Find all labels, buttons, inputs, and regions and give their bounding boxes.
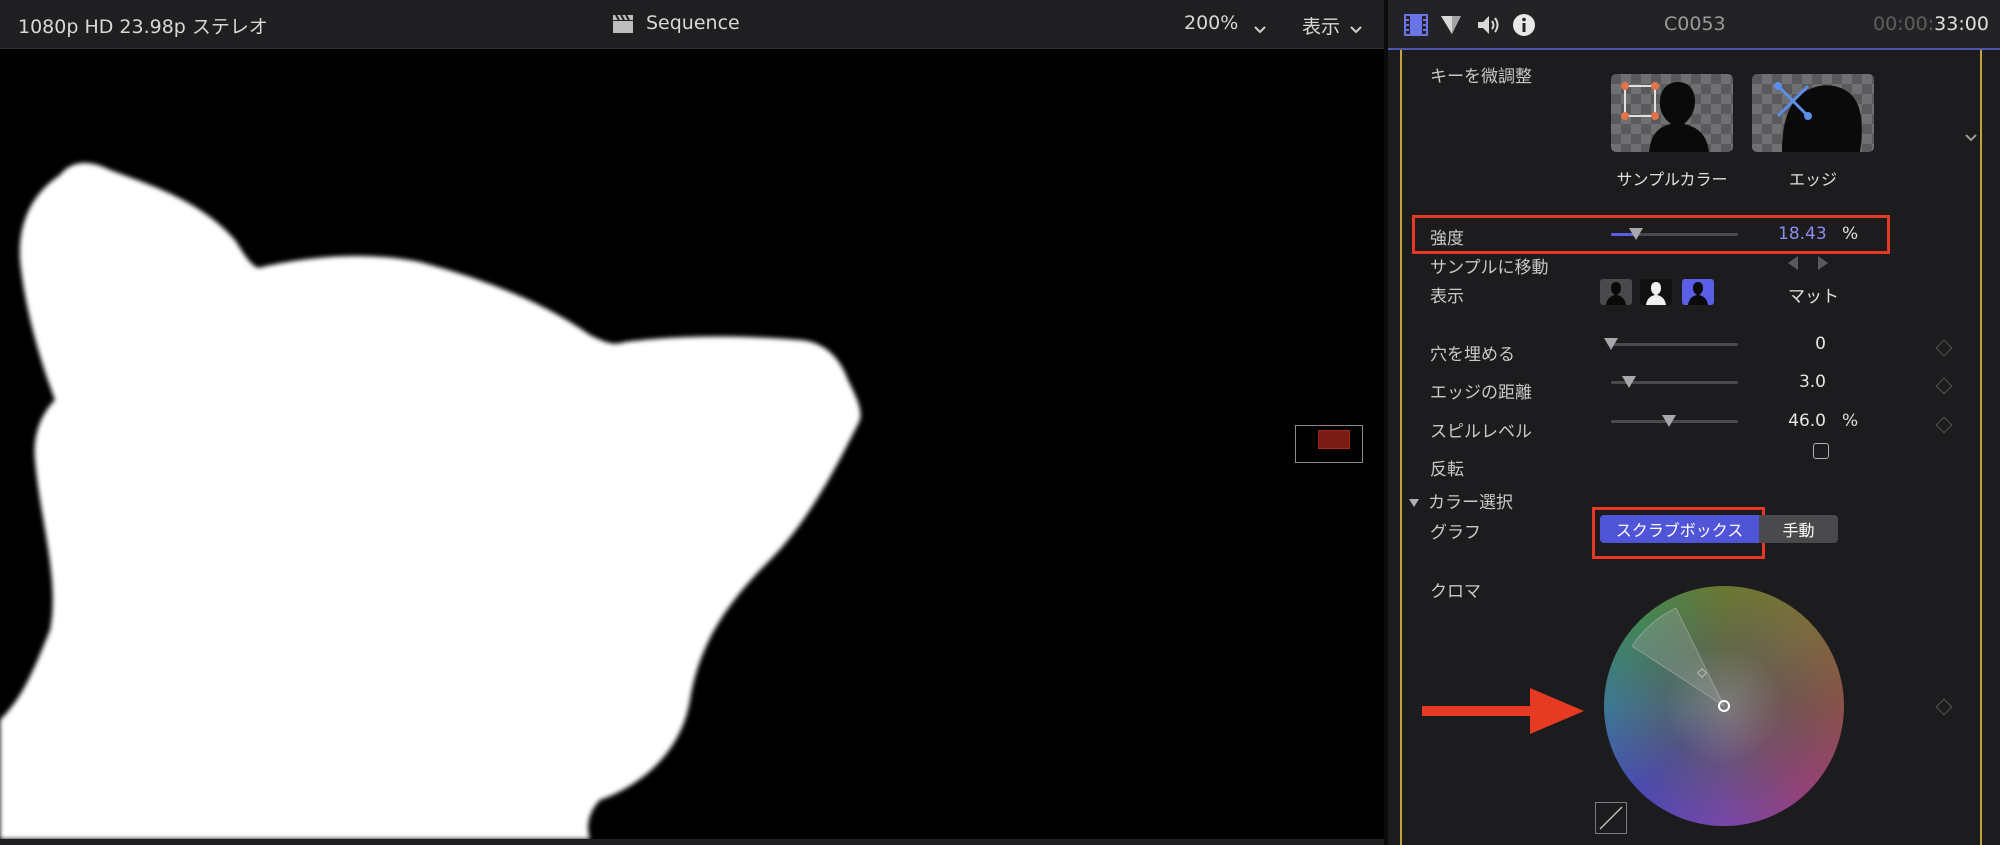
keyframe-icon[interactable] (1935, 377, 1953, 395)
inspector-panel: C0053 00:00:33:00 キーを微調整 サンプルカラー エッジ 強度 … (1388, 0, 2000, 845)
next-sample-icon[interactable] (1816, 255, 1830, 275)
audio-icon[interactable] (1476, 14, 1502, 40)
chevron-down-icon (1350, 19, 1362, 38)
eyedropper-button[interactable] (1595, 802, 1627, 834)
sample-color-button[interactable] (1611, 74, 1733, 152)
scrub-wedge[interactable] (1604, 586, 1844, 826)
keyframe-icon[interactable] (1935, 698, 1953, 716)
clip-name: C0053 (1664, 13, 1726, 35)
person-icon (1606, 282, 1626, 305)
viewer-format: 1080p HD 23.98p ステレオ (18, 16, 268, 38)
view-label: 表示 (1430, 287, 1464, 307)
viewer-bottom-edge (0, 839, 1384, 845)
overlay-preview-box (1295, 425, 1363, 463)
view-menu[interactable]: 表示 (1302, 0, 1372, 48)
spill-level-label: スピルレベル (1430, 422, 1532, 442)
fine-tune-label: キーを微調整 (1430, 67, 1532, 87)
overlay-preview-marker (1318, 430, 1350, 449)
view-source-button[interactable] (1640, 279, 1672, 305)
timecode: 00:00:33:00 (1873, 13, 1989, 35)
guide-line-left (1400, 50, 1402, 845)
fill-holes-label: 穴を埋める (1430, 345, 1515, 365)
strength-slider[interactable] (1611, 228, 1738, 247)
view-menu-label: 表示 (1302, 16, 1341, 38)
invert-label: 反転 (1430, 460, 1464, 480)
viewer-toolbar: 1080p HD 23.98p ステレオ Sequence 200% 表示 (0, 0, 1384, 49)
person-icon (1688, 282, 1708, 305)
chroma-label: クロマ (1430, 582, 1481, 602)
view-composite-button[interactable] (1600, 279, 1632, 305)
view-mode-label: マット (1788, 287, 1839, 307)
red-arrow-annotation (1422, 688, 1584, 734)
strength-knob[interactable] (1629, 228, 1643, 240)
fill-holes-knob[interactable] (1604, 338, 1618, 350)
matte-silhouette (0, 163, 861, 839)
invert-checkbox[interactable] (1813, 443, 1829, 459)
sample-color-label: サンプルカラー (1616, 170, 1728, 189)
edge-icon (1774, 82, 1862, 152)
diagonal-icon (1599, 806, 1623, 830)
fill-holes-track (1611, 343, 1738, 346)
film-icon[interactable] (1404, 14, 1428, 40)
go-to-sample-label: サンプルに移動 (1430, 258, 1549, 278)
edge-distance-slider[interactable] (1611, 376, 1738, 395)
person-icon (1646, 282, 1666, 305)
spill-level-value[interactable]: 46.0 (1778, 411, 1826, 431)
timecode-dim: 00:00: (1873, 13, 1935, 35)
spill-level-unit: % (1842, 411, 1859, 431)
edge-distance-label: エッジの距離 (1430, 383, 1532, 403)
sample-color-icon (1621, 82, 1709, 152)
strength-unit: % (1842, 224, 1859, 244)
chevron-down-icon[interactable] (1964, 128, 1978, 147)
info-icon[interactable] (1512, 13, 1536, 41)
filter-icon[interactable] (1440, 14, 1462, 40)
inspector-toolbar: C0053 00:00:33:00 (1388, 0, 2000, 50)
guide-line-right (1980, 50, 1982, 845)
chroma-wheel[interactable] (1604, 586, 1844, 826)
zoom-menu[interactable]: 200% (1184, 0, 1266, 48)
fill-holes-value[interactable]: 0 (1778, 334, 1826, 354)
clapper-icon (612, 14, 634, 38)
edge-distance-value[interactable]: 3.0 (1778, 372, 1826, 392)
disclosure-triangle-icon[interactable] (1408, 493, 1420, 512)
viewer-panel: 1080p HD 23.98p ステレオ Sequence 200% 表示 (0, 0, 1384, 845)
fill-holes-slider[interactable] (1604, 338, 1738, 357)
zoom-level: 200% (1184, 12, 1239, 34)
graph-label: グラフ (1430, 523, 1481, 543)
previous-sample-icon[interactable] (1786, 255, 1800, 275)
color-selection-label: カラー選択 (1428, 493, 1513, 513)
manual-button[interactable]: 手動 (1759, 515, 1838, 543)
edge-distance-knob[interactable] (1622, 376, 1636, 388)
chevron-down-icon (1254, 19, 1266, 38)
edge-label: エッジ (1788, 170, 1837, 189)
strength-value[interactable]: 18.43 (1778, 224, 1827, 244)
spill-level-slider[interactable] (1611, 415, 1738, 434)
viewer-title: Sequence (646, 12, 740, 34)
edge-button[interactable] (1752, 74, 1874, 152)
view-matte-button[interactable] (1682, 279, 1714, 305)
inspector-body: キーを微調整 サンプルカラー エッジ 強度 18.43 % サンプルに移動 表示… (1388, 50, 2000, 845)
timecode-bright: 33:00 (1934, 13, 1989, 35)
strength-label: 強度 (1430, 229, 1464, 249)
viewer-canvas[interactable] (0, 49, 1384, 839)
keyframe-icon[interactable] (1935, 416, 1953, 434)
scrub-box-button[interactable]: スクラブボックス (1600, 515, 1759, 543)
spill-level-knob[interactable] (1662, 415, 1676, 427)
keyframe-icon[interactable] (1935, 339, 1953, 357)
